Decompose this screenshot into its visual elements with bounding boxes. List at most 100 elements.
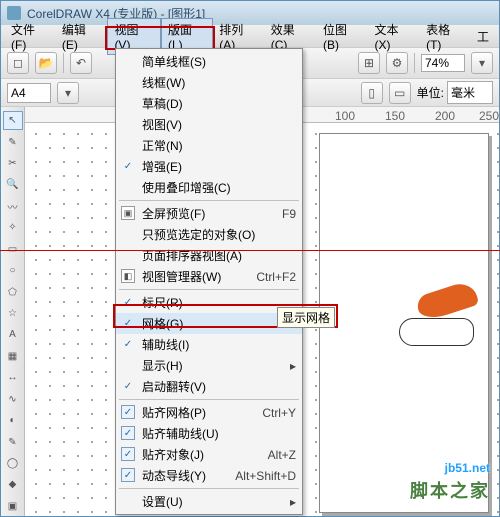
menu-item-全屏预览[interactable]: ▣ 全屏预览(F) F9 (116, 203, 302, 224)
dropdown-separator (119, 399, 299, 400)
menu-edit[interactable]: 编辑(E) (56, 19, 108, 54)
guideline-horizontal[interactable] (0, 250, 500, 251)
menu-item-简单线框[interactable]: 简单线框(S) (116, 51, 302, 72)
menu-view-dropdown: 简单线框(S) 线框(W) 草稿(D)视图(V)正常(N)✓增强(E) 使用叠印增强(… (115, 48, 303, 515)
menu-item-只预览选定的对象[interactable]: 只预览选定的对象(O) (116, 224, 302, 245)
tool-connector[interactable]: ∿ (3, 389, 23, 408)
ruler-tick: 250 (479, 109, 499, 123)
menu-item-视图[interactable]: 视图(V) (116, 114, 302, 135)
menu-item-页面排序器视图[interactable]: 页面排序器视图(A) (116, 245, 302, 266)
menu-item-label: 动态导线(Y) (142, 467, 206, 484)
annotation-highlight-menu (105, 26, 215, 50)
menu-item-label: 使用叠印增强(C) (142, 179, 231, 196)
shortcut-label: Alt+Shift+D (235, 469, 296, 483)
dropdown-separator (119, 200, 299, 201)
drawing-mouse-object[interactable] (399, 288, 484, 348)
tool-interactive-fill[interactable]: ▣ (3, 497, 23, 516)
unit-selector: 单位: 毫米 (417, 81, 493, 104)
menu-file[interactable]: 文件(F) (5, 19, 56, 54)
menu-bitmaps[interactable]: 位图(B) (317, 19, 369, 54)
watermark-brand: 脚本之家 (410, 477, 490, 503)
tool-shape[interactable]: ✎ (3, 132, 23, 151)
menu-item-视图管理器[interactable]: ◧ 视图管理器(W) Ctrl+F2 (116, 266, 302, 287)
menu-item-贴齐对象[interactable]: ✓ 贴齐对象(J) Alt+Z (116, 444, 302, 465)
tool-text[interactable]: A (3, 325, 23, 344)
checkbox-icon: ✓ (121, 405, 135, 419)
menu-item-label: 线框(W) (142, 74, 185, 91)
toolbar-separator (63, 53, 64, 73)
menu-item-label: 视图管理器(W) (142, 268, 221, 285)
checkbox-icon: ✓ (121, 426, 135, 440)
submenu-arrow-icon: ▸ (290, 495, 296, 509)
tool-ellipse[interactable]: ○ (3, 261, 23, 280)
tool-zoom[interactable]: 🔍 (3, 175, 23, 194)
menu-item-label: 简单线框(S) (142, 53, 206, 70)
screen-icon: ▣ (121, 206, 135, 220)
menu-item-label: 辅助线(I) (142, 336, 189, 353)
tool-eyedropper[interactable]: ✎ (3, 432, 23, 451)
menu-item-label: 启动翻转(V) (142, 378, 206, 395)
tool-polygon[interactable]: ⬠ (3, 282, 23, 301)
submenu-arrow-icon: ▸ (290, 359, 296, 373)
tool-dimension[interactable]: ↔ (3, 368, 23, 387)
check-icon: ✓ (121, 379, 135, 393)
tool-fill[interactable]: ◆ (3, 475, 23, 494)
menu-item-label: 设置(U) (142, 493, 183, 510)
menu-item-显示[interactable]: 显示(H)▸ (116, 355, 302, 376)
landscape-button[interactable]: ▭ (389, 82, 411, 104)
options-button[interactable]: ⚙ (386, 52, 408, 74)
tool-table[interactable]: ▦ (3, 347, 23, 366)
menu-item-草稿[interactable]: 草稿(D) (116, 93, 302, 114)
undo-button[interactable]: ↶ (70, 52, 92, 74)
menu-table[interactable]: 表格(T) (420, 19, 471, 54)
menu-item-label: 贴齐对象(J) (142, 446, 204, 463)
paper-size-input[interactable]: A4 (7, 83, 51, 103)
tool-pick[interactable]: ↖ (3, 111, 23, 130)
menu-item-辅助线[interactable]: ✓ 辅助线(I) (116, 334, 302, 355)
unit-value[interactable]: 毫米 (447, 81, 493, 104)
check-icon: ✓ (121, 159, 135, 173)
checkbox-icon: ✓ (121, 447, 135, 461)
zoom-dropdown-button[interactable]: ▾ (471, 52, 493, 74)
tool-outline[interactable]: ◯ (3, 454, 23, 473)
menu-item-增强[interactable]: ✓增强(E) (116, 156, 302, 177)
toolbox: ↖ ✎ ✂ 🔍 〰 ✧ ▭ ○ ⬠ ☆ A ▦ ↔ ∿ ◐ ✎ ◯ ◆ ▣ (1, 107, 25, 516)
menu-text[interactable]: 文本(X) (369, 19, 421, 54)
shortcut-label: Ctrl+Y (262, 406, 296, 420)
zoom-input[interactable]: 74% (421, 54, 465, 72)
mouse-body (399, 318, 474, 346)
paper-dropdown-button[interactable]: ▾ (57, 82, 79, 104)
menu-item-label: 全屏预览(F) (142, 205, 205, 222)
tool-shapes[interactable]: ☆ (3, 304, 23, 323)
menu-item-贴齐网格[interactable]: ✓ 贴齐网格(P) Ctrl+Y (116, 402, 302, 423)
shortcut-label: F9 (282, 207, 296, 221)
toolbar-separator (414, 53, 415, 73)
tool-freehand[interactable]: 〰 (3, 197, 23, 216)
mgr-icon: ◧ (121, 269, 135, 283)
menubar: 文件(F) 编辑(E) 视图(V) 版面(L) 排列(A) 效果(C) 位图(B… (1, 25, 499, 47)
shortcut-label: Alt+Z (268, 448, 296, 462)
tool-effects[interactable]: ◐ (3, 411, 23, 430)
check-icon: ✓ (121, 337, 135, 351)
menu-item-贴齐辅助线[interactable]: ✓ 贴齐辅助线(U) (116, 423, 302, 444)
menu-item-启动翻转[interactable]: ✓ 启动翻转(V) (116, 376, 302, 397)
shortcut-label: Ctrl+F2 (256, 270, 296, 284)
menu-item-label: 贴齐网格(P) (142, 404, 206, 421)
new-button[interactable]: ◻ (7, 52, 29, 74)
ruler-tick: 200 (435, 109, 455, 123)
tool-smart[interactable]: ✧ (3, 218, 23, 237)
menu-item-动态导线[interactable]: ✓动态导线(Y)Alt+Shift+D (116, 465, 302, 486)
menu-item-设置[interactable]: 设置(U) ▸ (116, 491, 302, 512)
open-button[interactable]: 📂 (35, 52, 57, 74)
menu-item-正常[interactable]: 正常(N) (116, 135, 302, 156)
dropdown-separator (119, 488, 299, 489)
watermark-url: jb51.net (445, 461, 490, 475)
tool-crop[interactable]: ✂ (3, 154, 23, 173)
snap-button[interactable]: ⊞ (358, 52, 380, 74)
menu-tools[interactable]: 工 (471, 26, 495, 47)
menu-item-使用叠印增强[interactable]: 使用叠印增强(C) (116, 177, 302, 198)
menu-item-线框[interactable]: 线框(W) (116, 72, 302, 93)
portrait-button[interactable]: ▯ (361, 82, 383, 104)
menu-item-label: 贴齐辅助线(U) (142, 425, 219, 442)
unit-label: 单位: (417, 84, 444, 101)
